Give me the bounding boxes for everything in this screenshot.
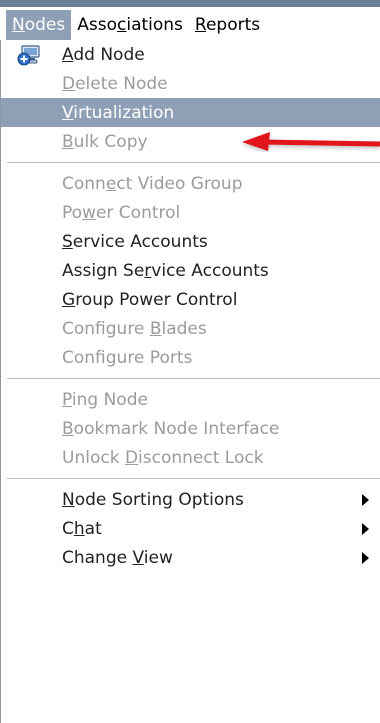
mnemonic-underline: B bbox=[149, 318, 162, 339]
label-text-before: Assign Se bbox=[62, 260, 145, 281]
label-text-before: Configure Ports bbox=[62, 347, 193, 368]
menu-item-label: Delete Node bbox=[62, 74, 168, 94]
mnemonic-underline: V bbox=[62, 102, 74, 123]
label-text-after: isconnect Lock bbox=[138, 447, 264, 468]
menu-item-delete-node[interactable]: Delete Node bbox=[1, 69, 380, 98]
menu-item-label: Configure Blades bbox=[62, 319, 207, 339]
add-node-icon bbox=[17, 45, 40, 66]
menu-item-node-sorting-options[interactable]: Node Sorting Options bbox=[1, 485, 380, 514]
menu-item-label: Assign Service Accounts bbox=[62, 261, 269, 281]
label-text-after: irtualization bbox=[73, 102, 175, 123]
label-text-after: iew bbox=[143, 547, 173, 568]
mnemonic-underline: V bbox=[132, 547, 144, 568]
menu-separator bbox=[7, 378, 380, 379]
mnemonic-underline: S bbox=[62, 231, 73, 252]
mnemonic-underline: e bbox=[105, 173, 117, 194]
submenu-arrow-icon bbox=[362, 522, 369, 535]
mnemonic-underline: B bbox=[62, 418, 74, 439]
menu-item-label: Ping Node bbox=[62, 390, 148, 410]
mnemonic-underline: h bbox=[73, 518, 85, 539]
menubar-item-reports[interactable]: Reports bbox=[189, 10, 266, 40]
nodes-dropdown-menu: Add Node Delete Node Virtualization Bulk Co… bbox=[0, 40, 380, 723]
mnemonic-underline: N bbox=[12, 15, 25, 35]
label-text-before: Po bbox=[62, 202, 83, 223]
menu-item-bulk-copy[interactable]: Bulk Copy bbox=[1, 127, 380, 156]
menu-item-virtualization[interactable]: Virtualization bbox=[1, 98, 380, 127]
mnemonic-underline: D bbox=[62, 73, 76, 94]
submenu-arrow-icon bbox=[362, 493, 369, 506]
label-text-after: iations bbox=[126, 15, 183, 35]
mnemonic-underline: D bbox=[124, 447, 139, 468]
menu-item-label: Bookmark Node Interface bbox=[62, 419, 279, 439]
menubar-item-nodes[interactable]: Nodes bbox=[6, 10, 72, 40]
menu-item-change-view[interactable]: Change View bbox=[1, 543, 380, 572]
label-text-after: roup Power Control bbox=[75, 289, 238, 310]
menu-item-group-power-control[interactable]: Group Power Control bbox=[1, 285, 380, 314]
label-text-after: ulk Copy bbox=[73, 131, 148, 152]
mnemonic-underline: G bbox=[62, 289, 76, 310]
label-text-before: Change bbox=[62, 547, 133, 568]
label-text-after: lades bbox=[161, 318, 207, 339]
menu-item-assign-service-accounts[interactable]: Assign Service Accounts bbox=[1, 256, 380, 285]
menu-item-service-accounts[interactable]: Service Accounts bbox=[1, 227, 380, 256]
menu-item-label: Virtualization bbox=[62, 103, 174, 123]
mnemonic-underline: A bbox=[62, 44, 74, 65]
label-text-before: Conn bbox=[62, 173, 106, 194]
label-text-after: er Control bbox=[95, 202, 181, 223]
mnemonic-underline: R bbox=[194, 15, 206, 35]
label-text-before: C bbox=[62, 518, 74, 539]
mnemonic-underline: w bbox=[82, 202, 96, 223]
menu-item-label: Chat bbox=[62, 519, 102, 539]
menu-item-label: Connect Video Group bbox=[62, 174, 243, 194]
mnemonic-underline: c bbox=[116, 15, 127, 35]
menu-item-unlock-disconnect-lock[interactable]: Unlock Disconnect Lock bbox=[1, 443, 380, 472]
submenu-arrow-icon bbox=[362, 551, 369, 564]
label-text-after: vice Accounts bbox=[151, 260, 269, 281]
menu-item-chat[interactable]: Chat bbox=[1, 514, 380, 543]
menu-item-configure-blades[interactable]: Configure Blades bbox=[1, 314, 380, 343]
menu-item-label: Service Accounts bbox=[62, 232, 208, 252]
label-text-after: dd Node bbox=[73, 44, 145, 65]
label-text-after: odes bbox=[24, 15, 66, 35]
label-text-after: at bbox=[84, 518, 102, 539]
label-text-after: ing Node bbox=[71, 389, 148, 410]
menu-item-label: Add Node bbox=[62, 45, 145, 65]
menu-item-power-control[interactable]: Power Control bbox=[1, 198, 380, 227]
menu-separator bbox=[7, 162, 380, 163]
menu-bar: Nodes Associations Reports bbox=[0, 10, 380, 41]
menu-item-label: Configure Ports bbox=[62, 348, 192, 368]
mnemonic-underline: P bbox=[62, 389, 72, 410]
label-text-after: ode Sorting Options bbox=[74, 489, 244, 510]
menubar-item-associations[interactable]: Associations bbox=[71, 10, 189, 40]
window-top-strip bbox=[0, 0, 380, 10]
menu-item-label: Change View bbox=[62, 548, 173, 568]
label-text-after: ct Video Group bbox=[116, 173, 243, 194]
menu-item-label: Power Control bbox=[62, 203, 180, 223]
menu-item-label: Bulk Copy bbox=[62, 132, 148, 152]
menu-item-label: Node Sorting Options bbox=[62, 490, 244, 510]
menu-item-configure-ports[interactable]: Configure Ports bbox=[1, 343, 380, 372]
menu-item-label: Unlock Disconnect Lock bbox=[62, 448, 264, 468]
menu-item-ping-node[interactable]: Ping Node bbox=[1, 385, 380, 414]
screenshot-frame: Nodes Associations Reports Add Node Delete … bbox=[0, 0, 380, 723]
menu-item-connect-video-group[interactable]: Connect Video Group bbox=[1, 169, 380, 198]
mnemonic-underline: B bbox=[62, 131, 74, 152]
menu-separator bbox=[7, 478, 380, 479]
label-text-before: Unlock bbox=[62, 447, 125, 468]
menu-item-bookmark-node-interface[interactable]: Bookmark Node Interface bbox=[1, 414, 380, 443]
label-text-after: ervice Accounts bbox=[72, 231, 208, 252]
menu-item-label: Group Power Control bbox=[62, 290, 237, 310]
menu-item-add-node[interactable]: Add Node bbox=[1, 40, 380, 69]
label-text-after: eports bbox=[205, 15, 261, 35]
label-text-after: ookmark Node Interface bbox=[73, 418, 280, 439]
label-text-before: Asso bbox=[77, 15, 117, 35]
label-text-before: Configure bbox=[62, 318, 150, 339]
mnemonic-underline: N bbox=[62, 489, 75, 510]
label-text-after: elete Node bbox=[75, 73, 168, 94]
